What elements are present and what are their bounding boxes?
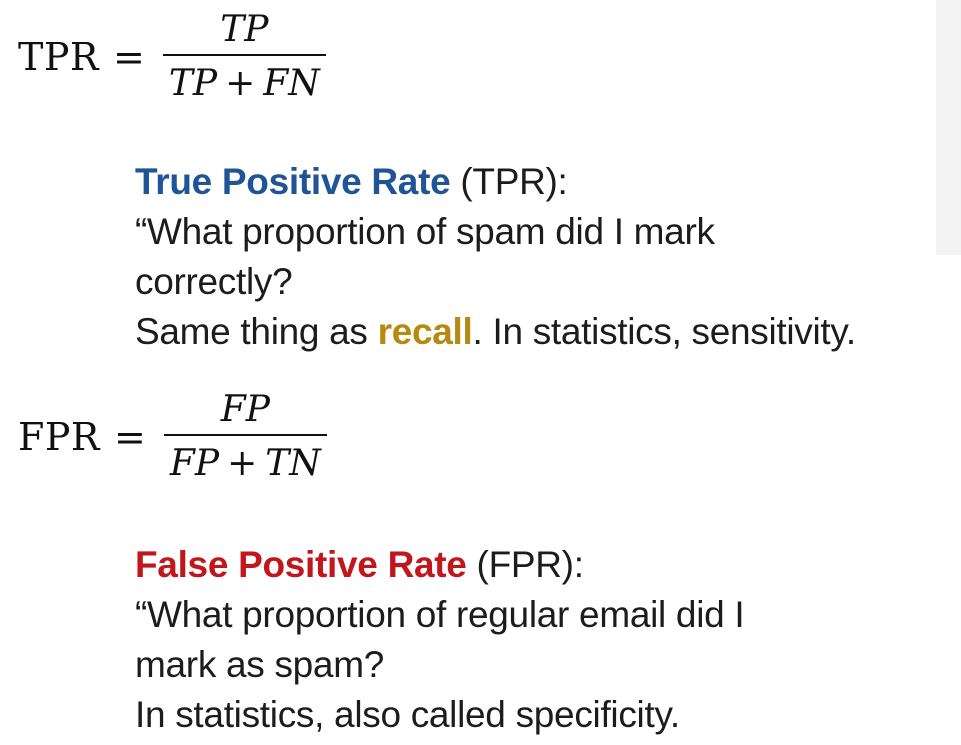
tpr-formula-equals: = (113, 35, 145, 79)
fpr-denominator-operator: + (227, 443, 258, 484)
tpr-abbrev: (TPR): (450, 161, 568, 202)
fpr-formula: FPR = FP FP + TN (18, 388, 327, 486)
fpr-formula-lhs: FPR (18, 415, 101, 459)
tpr-numerator: TP (220, 9, 269, 50)
tpr-formula-lhs: TPR (18, 35, 100, 79)
fpr-denominator-right: TN (265, 443, 321, 484)
tpr-recall-line: Same thing as recall. In statistics, sen… (135, 307, 955, 357)
fpr-formula-equals: = (114, 415, 146, 459)
fpr-question-line1: “What proportion of regular email did I (135, 594, 745, 635)
tpr-term: True Positive Rate (135, 161, 451, 202)
fpr-question-line2: mark as spam? (135, 644, 385, 685)
fpr-fraction: FP FP + TN (163, 388, 327, 486)
fpr-heading-line: False Positive Rate (FPR): (135, 540, 955, 590)
tpr-denominator-operator: + (225, 63, 256, 104)
tpr-question-line1: “What proportion of spam did I mark (135, 211, 715, 252)
recall-term: recall (377, 311, 473, 352)
fpr-denominator-left: FP (169, 443, 220, 484)
tpr-same-suffix: . In statistics, sensitivity. (472, 311, 857, 352)
fpr-denominator: FP + TN (164, 436, 327, 486)
tpr-denominator-right: FN (263, 63, 320, 104)
tpr-description: True Positive Rate (TPR): “What proporti… (135, 157, 955, 357)
tpr-same-prefix: Same thing as (135, 311, 378, 352)
fpr-description: False Positive Rate (FPR): “What proport… (135, 540, 955, 740)
fpr-numerator: FP (220, 389, 270, 430)
tpr-heading-line: True Positive Rate (TPR): (135, 157, 955, 207)
tpr-denominator-left: TP (168, 63, 218, 104)
tpr-formula: TPR = TP TP + FN (18, 8, 326, 106)
tpr-question-line2: correctly? (135, 261, 293, 302)
fpr-stats-line: In statistics, also called specificity. (135, 694, 680, 735)
fpr-term: False Positive Rate (135, 544, 467, 585)
tpr-fraction: TP TP + FN (162, 8, 326, 106)
fpr-abbrev: (FPR): (466, 544, 584, 585)
tpr-denominator: TP + FN (163, 56, 326, 106)
